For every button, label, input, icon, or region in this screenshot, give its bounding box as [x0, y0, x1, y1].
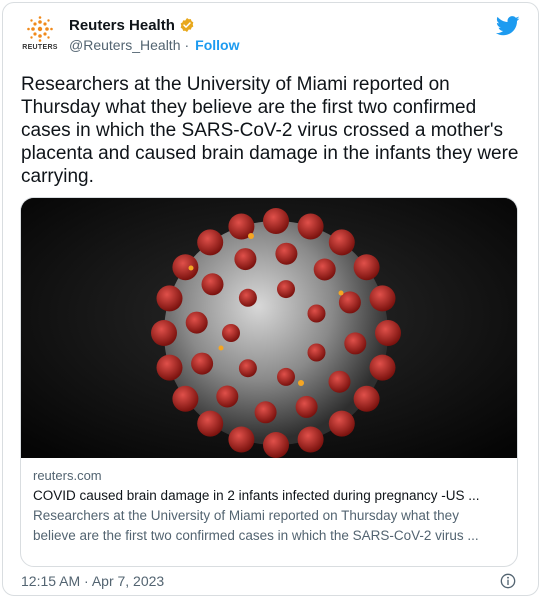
tweet-timestamp[interactable]: 12:15 AM · Apr 7, 2023 — [21, 573, 164, 589]
virus-spike — [151, 320, 177, 346]
virus-spike — [307, 343, 326, 362]
virus-spike — [263, 208, 289, 234]
virus-spike — [277, 367, 295, 386]
link-description: Researchers at the University of Miami r… — [33, 508, 479, 543]
virus-spike — [369, 285, 396, 312]
virus-spike — [216, 385, 239, 408]
virus-spike — [156, 354, 183, 381]
separator-dot: · — [184, 37, 190, 53]
virus-spike — [307, 304, 326, 323]
virus-spike — [172, 385, 199, 412]
virus-spike — [222, 324, 240, 342]
twitter-bird-icon[interactable] — [496, 15, 520, 37]
virus-spike — [201, 273, 224, 296]
handle-row: @Reuters_Health · Follow — [69, 37, 240, 53]
author-block: Reuters Health @Reuters_Health · Follow — [69, 15, 240, 54]
avatar[interactable]: REUTERS — [19, 13, 61, 55]
virus-spike — [228, 426, 255, 453]
virus-spike — [375, 320, 401, 346]
tweet-text: Researchers at the University of Miami r… — [21, 74, 519, 187]
virus-spike — [197, 229, 224, 256]
virus-spike — [297, 213, 324, 240]
link-domain: reuters.com — [33, 468, 102, 483]
virus-spike — [328, 370, 351, 393]
virus-spike — [263, 432, 289, 458]
avatar-wordmark: REUTERS — [22, 44, 58, 51]
virus-spike — [277, 280, 295, 299]
link-title[interactable]: COVID caused brain damage in 2 infants i… — [33, 486, 505, 506]
virus-spike — [172, 254, 199, 281]
virus-spike — [328, 410, 355, 437]
tweet-card: REUTERS Reuters Health @Reuters_Health ·… — [2, 2, 539, 596]
author-name[interactable]: Reuters Health — [69, 17, 175, 34]
virus-spike — [297, 426, 324, 453]
virus-spike — [234, 248, 257, 271]
virus-spike — [328, 229, 355, 256]
link-preview-image[interactable] — [21, 198, 517, 458]
info-icon[interactable] — [500, 573, 516, 589]
virus-spike — [353, 385, 380, 412]
virus-spike — [313, 258, 336, 281]
virus-spike — [344, 332, 367, 355]
link-meta: reuters.com COVID caused brain damage in… — [33, 466, 505, 546]
virus-spike — [238, 288, 257, 307]
virus-spike — [238, 359, 257, 378]
virus-spike — [156, 285, 183, 312]
reuters-logo-icon — [27, 16, 53, 42]
name-row: Reuters Health — [69, 15, 240, 35]
virus-spike — [254, 401, 277, 424]
virus-spike — [353, 254, 380, 281]
virus-spike — [197, 410, 224, 437]
verified-badge-icon — [180, 18, 194, 32]
author-handle[interactable]: @Reuters_Health — [69, 37, 181, 53]
virus-spike — [295, 395, 318, 418]
virus-spike — [185, 311, 208, 334]
tweet-header: REUTERS Reuters Health @Reuters_Health ·… — [3, 3, 538, 63]
coronavirus-illustration-icon — [21, 198, 517, 458]
virus-spike — [369, 354, 396, 381]
virus-spike — [191, 352, 214, 375]
link-preview-card[interactable]: reuters.com COVID caused brain damage in… — [20, 197, 518, 567]
virus-spike — [275, 242, 298, 265]
follow-button[interactable]: Follow — [195, 37, 239, 53]
